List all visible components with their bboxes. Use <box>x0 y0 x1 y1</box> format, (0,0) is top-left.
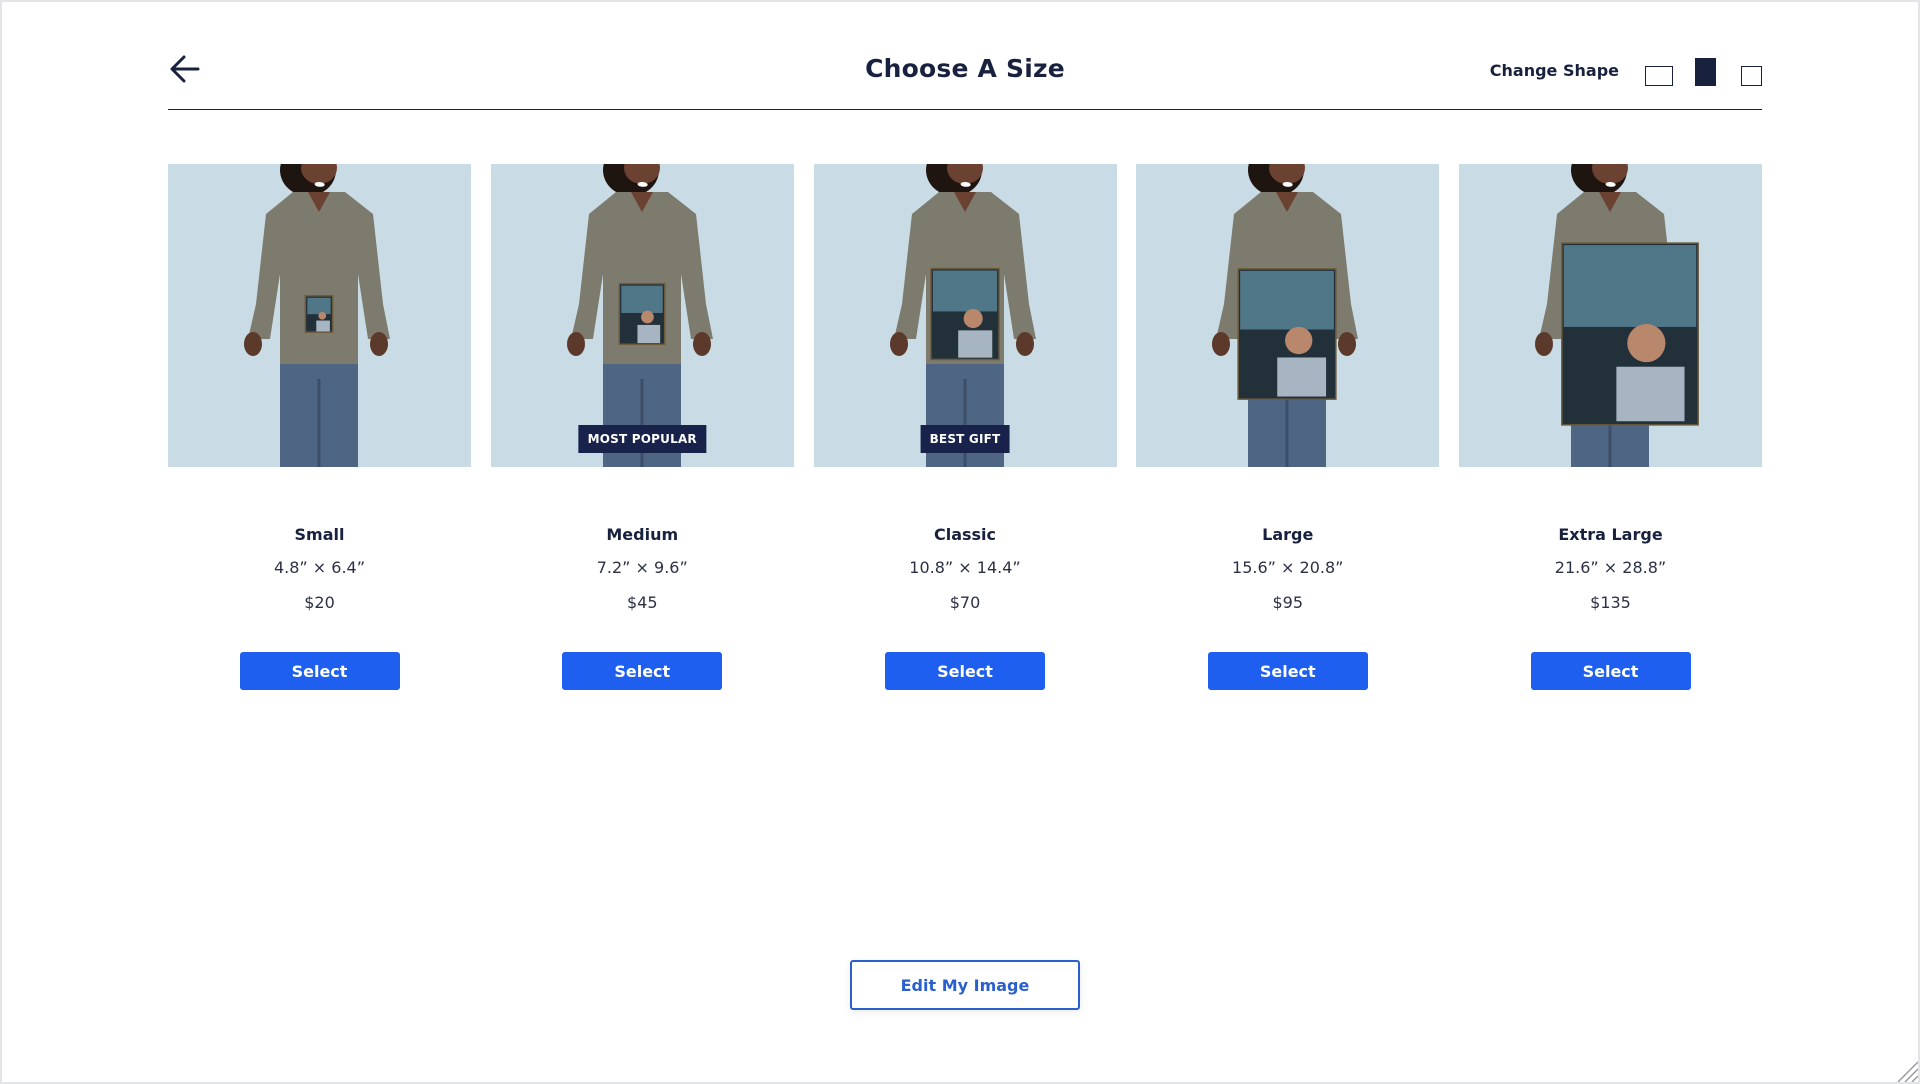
size-preview-image[interactable] <box>1459 164 1762 467</box>
size-price: $95 <box>1272 593 1304 612</box>
resize-grip-icon[interactable] <box>1892 1056 1918 1082</box>
model-holding-print-image <box>490 164 794 467</box>
size-price: $20 <box>304 593 335 612</box>
badge-label: MOST POPULAR <box>578 425 706 453</box>
select-button[interactable]: Select <box>1207 652 1368 690</box>
size-preview-image[interactable] <box>1136 164 1440 467</box>
page-header: Choose A Size Change Shape <box>168 42 1762 110</box>
size-dimensions: 7.2” × 9.6” <box>596 558 688 577</box>
model-holding-print-image <box>1136 164 1440 467</box>
shape-square-button[interactable] <box>1741 66 1762 86</box>
badge-label: BEST GIFT <box>920 425 1010 453</box>
select-button[interactable]: Select <box>1530 652 1691 690</box>
model-holding-print-image <box>168 164 471 467</box>
size-preview-image[interactable]: BEST GIFT <box>813 164 1117 467</box>
size-price: $135 <box>1590 593 1631 612</box>
size-card: Large 15.6” × 20.8” $95 Select <box>1136 164 1440 690</box>
size-name: Large <box>1262 525 1314 544</box>
size-preview-image[interactable]: MOST POPULAR <box>490 164 794 467</box>
size-options: Small 4.8” × 6.4” $20 Select MOST POPULA… <box>168 164 1762 690</box>
size-dimensions: 15.6” × 20.8” <box>1232 558 1344 577</box>
size-price: $70 <box>949 593 981 612</box>
select-button[interactable]: Select <box>885 652 1045 690</box>
change-shape-label: Change Shape <box>1489 61 1619 80</box>
model-holding-print-image <box>813 164 1117 467</box>
shape-portrait-button[interactable] <box>1695 58 1716 86</box>
size-card: Small 4.8” × 6.4” $20 Select <box>168 164 471 690</box>
size-card: BEST GIFT Classic 10.8” × 14.4” $70 Sele… <box>813 164 1117 690</box>
size-card: Extra Large 21.6” × 28.8” $135 Select <box>1459 164 1762 690</box>
size-name: Small <box>294 525 345 544</box>
size-name: Classic <box>933 525 997 544</box>
size-dimensions: 4.8” × 6.4” <box>273 558 366 577</box>
size-name: Medium <box>606 525 679 544</box>
size-preview-image[interactable] <box>168 164 471 467</box>
size-dimensions: 10.8” × 14.4” <box>909 558 1021 577</box>
select-button[interactable]: Select <box>239 652 400 690</box>
select-button[interactable]: Select <box>562 652 723 690</box>
size-dimensions: 21.6” × 28.8” <box>1554 558 1667 577</box>
size-price: $45 <box>626 593 658 612</box>
size-card: MOST POPULAR Medium 7.2” × 9.6” $45 Sele… <box>490 164 794 690</box>
change-shape-group: Change Shape <box>1490 56 1762 86</box>
edit-my-image-button[interactable]: Edit My Image <box>850 960 1080 1010</box>
size-name: Extra Large <box>1558 525 1663 544</box>
model-holding-print-image <box>1459 164 1762 467</box>
shape-landscape-button[interactable] <box>1645 66 1673 86</box>
